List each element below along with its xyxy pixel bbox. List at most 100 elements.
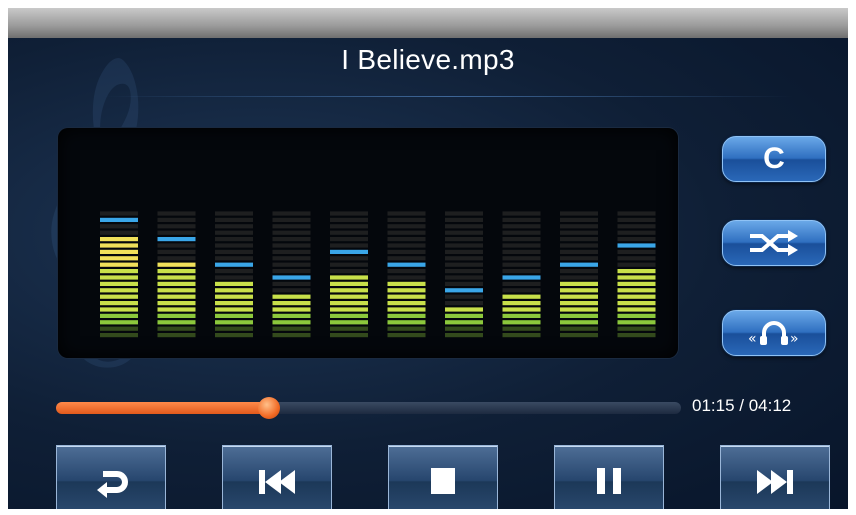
eq-preset-button[interactable]: C: [722, 136, 826, 182]
eq-segment: [100, 230, 138, 235]
eq-segment: [100, 301, 138, 306]
surround-sound-button[interactable]: « »: [722, 310, 826, 356]
eq-segment: [445, 301, 483, 306]
pause-button[interactable]: [554, 445, 664, 509]
eq-segment: [330, 326, 368, 331]
eq-segment: [387, 256, 426, 261]
eq-segment: [387, 294, 426, 299]
time-display: 01:15 / 04:12: [692, 396, 792, 415]
eq-segment: [330, 313, 368, 318]
eq-segment: [617, 237, 656, 242]
eq-segment: [445, 243, 483, 248]
eq-segment: [330, 288, 368, 293]
svg-text:«: «: [748, 331, 757, 347]
eq-segment: [560, 301, 598, 306]
eq-segment: [272, 320, 311, 325]
eq-segment: [502, 301, 541, 306]
eq-segment: [560, 256, 598, 261]
player-screen: 𝄞 I Believe.mp3 C « » 01:15 / 04:12: [8, 8, 848, 509]
eq-segment: [272, 313, 311, 318]
eq-segment: [330, 230, 368, 235]
eq-segment: [330, 307, 368, 312]
eq-segment: [502, 333, 541, 338]
previous-track-button[interactable]: [222, 445, 332, 509]
eq-segment: [617, 333, 656, 338]
shuffle-button[interactable]: [722, 220, 826, 266]
repeat-button[interactable]: [56, 445, 166, 509]
eq-segment: [215, 320, 253, 325]
eq-segment: [215, 230, 253, 235]
svg-text:»: »: [790, 331, 799, 347]
eq-segment: [387, 320, 426, 325]
eq-segment: [100, 275, 138, 280]
eq-segment: [445, 269, 483, 274]
eq-segment: [502, 230, 541, 235]
eq-segment: [445, 307, 483, 312]
eq-segment: [215, 313, 253, 318]
eq-segment: [157, 224, 196, 229]
eq-segment: [215, 243, 253, 248]
eq-segment: [215, 307, 253, 312]
eq-segment: [617, 262, 656, 267]
eq-segment: [617, 275, 656, 280]
eq-segment: [445, 224, 483, 229]
eq-segment: [560, 333, 598, 338]
stop-button[interactable]: [388, 445, 498, 509]
eq-segment: [100, 320, 138, 325]
eq-segment: [617, 230, 656, 235]
eq-segment: [387, 230, 426, 235]
next-track-button[interactable]: [720, 445, 830, 509]
eq-segment: [100, 249, 138, 254]
eq-segment: [445, 294, 483, 299]
eq-segment: [445, 256, 483, 261]
next-track-icon: [757, 470, 793, 494]
eq-segment: [100, 256, 138, 261]
eq-segment: [617, 301, 656, 306]
eq-segment: [560, 211, 598, 216]
eq-segment: [100, 294, 138, 299]
eq-segment: [157, 275, 196, 280]
progress-knob[interactable]: [257, 397, 280, 419]
eq-segment: [330, 301, 368, 306]
eq-segment: [560, 307, 598, 312]
eq-peak-segment: [272, 275, 311, 280]
eq-segment: [387, 275, 426, 280]
track-title: I Believe.mp3: [341, 44, 515, 75]
eq-segment: [157, 256, 196, 261]
eq-segment: [272, 217, 311, 222]
eq-segment: [215, 211, 253, 216]
eq-segment: [387, 281, 426, 286]
eq-segment: [445, 320, 483, 325]
eq-segment: [330, 275, 368, 280]
eq-segment: [272, 243, 311, 248]
progress-bar[interactable]: [56, 397, 681, 419]
eq-segment: [272, 281, 311, 286]
eq-segment: [157, 262, 196, 267]
eq-segment: [502, 320, 541, 325]
eq-segment: [215, 217, 253, 222]
eq-segment: [157, 243, 196, 248]
eq-peak-segment: [445, 288, 483, 293]
eq-segment: [445, 211, 483, 216]
eq-segment: [617, 294, 656, 299]
eq-segment: [387, 307, 426, 312]
eq-segment: [560, 288, 598, 293]
eq-segment: [502, 217, 541, 222]
eq-segment: [560, 320, 598, 325]
eq-segment: [560, 249, 598, 254]
eq-peak-segment: [157, 237, 196, 242]
eq-segment: [617, 281, 656, 286]
eq-peak-segment: [387, 262, 426, 267]
eq-segment: [502, 262, 541, 267]
eq-segment: [272, 230, 311, 235]
eq-segment: [502, 281, 541, 286]
shuffle-icon: [750, 230, 798, 256]
eq-segment: [100, 243, 138, 248]
eq-segment: [100, 313, 138, 318]
eq-segment: [387, 237, 426, 242]
eq-segment: [215, 301, 253, 306]
eq-segment: [100, 333, 138, 338]
eq-segment: [445, 237, 483, 242]
eq-segment: [445, 326, 483, 331]
eq-segment: [560, 224, 598, 229]
